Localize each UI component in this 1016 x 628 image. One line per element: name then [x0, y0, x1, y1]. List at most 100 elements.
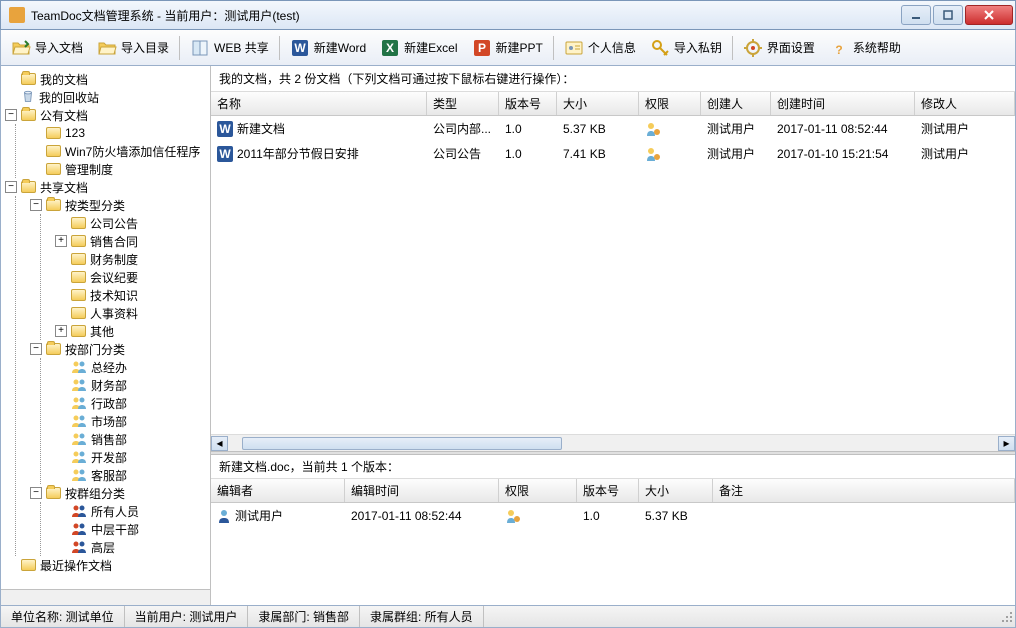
people-icon: [71, 468, 87, 482]
resize-grip-icon[interactable]: [999, 609, 1015, 625]
horizontal-scrollbar[interactable]: [1, 589, 210, 605]
tree-node-by-dept[interactable]: −按部门分类: [30, 340, 210, 358]
col-creator[interactable]: 创建人: [701, 92, 771, 115]
horizontal-scrollbar[interactable]: ◂ ▸: [211, 434, 1015, 451]
folder-icon: [71, 271, 86, 283]
tree-node[interactable]: Win7防火墙添加信任程序: [30, 142, 210, 160]
minimize-button[interactable]: [901, 5, 931, 25]
tree-node[interactable]: 所有人员: [55, 502, 210, 520]
tree-node[interactable]: 市场部: [55, 412, 210, 430]
col-note[interactable]: 备注: [713, 479, 1015, 502]
scroll-right-icon[interactable]: ▸: [998, 436, 1015, 451]
tree-node[interactable]: 123: [30, 124, 210, 142]
scrollbar-thumb[interactable]: [242, 437, 562, 450]
import-key-button[interactable]: 导入私钥: [644, 34, 728, 62]
tree-node[interactable]: 客服部: [55, 466, 210, 484]
toolbar-label: 新建PPT: [496, 39, 543, 56]
personal-info-button[interactable]: 个人信息: [558, 34, 642, 62]
word-doc-icon: W: [217, 121, 233, 137]
col-perm[interactable]: 权限: [639, 92, 701, 115]
tree-node[interactable]: 开发部: [55, 448, 210, 466]
col-size[interactable]: 大小: [639, 479, 713, 502]
new-excel-button[interactable]: X 新建Excel: [374, 34, 463, 62]
collapse-icon[interactable]: −: [5, 109, 17, 121]
col-editor[interactable]: 编辑者: [211, 479, 345, 502]
tree-node[interactable]: 技术知识: [55, 286, 210, 304]
permission-icon: [645, 146, 661, 162]
col-perm[interactable]: 权限: [499, 479, 577, 502]
collapse-icon[interactable]: −: [30, 487, 42, 499]
svg-text:?: ?: [835, 43, 842, 57]
status-dept: 隶属部门: 销售部: [248, 606, 360, 627]
tree-node[interactable]: 管理制度: [30, 160, 210, 178]
tree-node[interactable]: 行政部: [55, 394, 210, 412]
maximize-button[interactable]: [933, 5, 963, 25]
tree-node[interactable]: 总经办: [55, 358, 210, 376]
expand-icon[interactable]: +: [55, 325, 67, 337]
col-type[interactable]: 类型: [427, 92, 499, 115]
toolbar-separator: [732, 36, 733, 60]
col-version[interactable]: 版本号: [577, 479, 639, 502]
toolbar-label: 导入私钥: [674, 39, 722, 56]
tree-node-by-type[interactable]: −按类型分类: [30, 196, 210, 214]
status-bar: 单位名称: 测试单位 当前用户: 测试用户 隶属部门: 销售部 隶属群组: 所有…: [0, 606, 1016, 628]
collapse-icon[interactable]: −: [30, 199, 42, 211]
toolbar-separator: [279, 36, 280, 60]
tree-node[interactable]: 中层干部: [55, 520, 210, 538]
tree-node[interactable]: +其他: [55, 322, 210, 340]
folder-icon: [46, 145, 61, 157]
import-doc-button[interactable]: 导入文档: [5, 34, 89, 62]
expand-icon[interactable]: +: [55, 235, 67, 247]
table-row[interactable]: W2011年部分节假日安排 公司公告 1.0 7.41 KB 测试用户 2017…: [211, 141, 1015, 166]
tree-node[interactable]: 财务部: [55, 376, 210, 394]
app-icon: [9, 7, 25, 23]
tree-node[interactable]: 人事资料: [55, 304, 210, 322]
tree-node-recycle[interactable]: 我的回收站: [5, 88, 210, 106]
tree-node[interactable]: 公司公告: [55, 214, 210, 232]
people-icon: [71, 432, 87, 446]
folder-tree[interactable]: 我的文档 我的回收站 −公有文档 123 Win7防火墙添加信任程序 管理制度 …: [1, 66, 210, 589]
tree-node[interactable]: 会议纪要: [55, 268, 210, 286]
title-bar: TeamDoc文档管理系统 - 当前用户：测试用户(test): [0, 0, 1016, 30]
status-unit: 单位名称: 测试单位: [1, 606, 125, 627]
tree-node-recent[interactable]: 最近操作文档: [5, 556, 210, 574]
tree-node[interactable]: 财务制度: [55, 250, 210, 268]
table-row[interactable]: W新建文档 公司内部... 1.0 5.37 KB 测试用户 2017-01-1…: [211, 116, 1015, 141]
scroll-left-icon[interactable]: ◂: [211, 436, 228, 451]
web-share-button[interactable]: WEB 共享: [184, 34, 275, 62]
folder-icon: [46, 163, 61, 175]
tree-node[interactable]: 销售部: [55, 430, 210, 448]
folder-icon: [46, 127, 61, 139]
close-button[interactable]: [965, 5, 1013, 25]
svg-text:X: X: [386, 41, 394, 55]
new-ppt-button[interactable]: P 新建PPT: [466, 34, 549, 62]
tree-node-public-docs[interactable]: −公有文档: [5, 106, 210, 124]
import-dir-button[interactable]: 导入目录: [91, 34, 175, 62]
folder-icon: [71, 289, 86, 301]
table-row[interactable]: 测试用户 2017-01-11 08:52:44 1.0 5.37 KB: [211, 503, 1015, 528]
collapse-icon[interactable]: −: [5, 181, 17, 193]
col-ctime[interactable]: 创建时间: [771, 92, 915, 115]
col-modifier[interactable]: 修改人: [915, 92, 1015, 115]
col-size[interactable]: 大小: [557, 92, 639, 115]
version-table-header: 编辑者 编辑时间 权限 版本号 大小 备注: [211, 478, 1015, 503]
tree-node-by-group[interactable]: −按群组分类: [30, 484, 210, 502]
tree-node[interactable]: 高层: [55, 538, 210, 556]
ui-settings-button[interactable]: 界面设置: [737, 34, 821, 62]
collapse-icon[interactable]: −: [30, 343, 42, 355]
tree-node-shared-docs[interactable]: −共享文档: [5, 178, 210, 196]
folder-icon: [71, 217, 86, 229]
new-word-button[interactable]: W 新建Word: [284, 34, 372, 62]
toolbar-label: 个人信息: [588, 39, 636, 56]
help-button[interactable]: ? 系统帮助: [823, 34, 907, 62]
word-icon: W: [290, 38, 310, 58]
toolbar-label: 导入目录: [121, 39, 169, 56]
version-info-text: 新建文档.doc，当前共 1 个版本：: [211, 455, 1015, 478]
folder-icon: [21, 559, 36, 571]
window-title: TeamDoc文档管理系统 - 当前用户：测试用户(test): [31, 7, 300, 24]
col-etime[interactable]: 编辑时间: [345, 479, 499, 502]
col-version[interactable]: 版本号: [499, 92, 557, 115]
tree-node[interactable]: +销售合同: [55, 232, 210, 250]
col-name[interactable]: 名称: [211, 92, 427, 115]
tree-node-my-docs[interactable]: 我的文档: [5, 70, 210, 88]
